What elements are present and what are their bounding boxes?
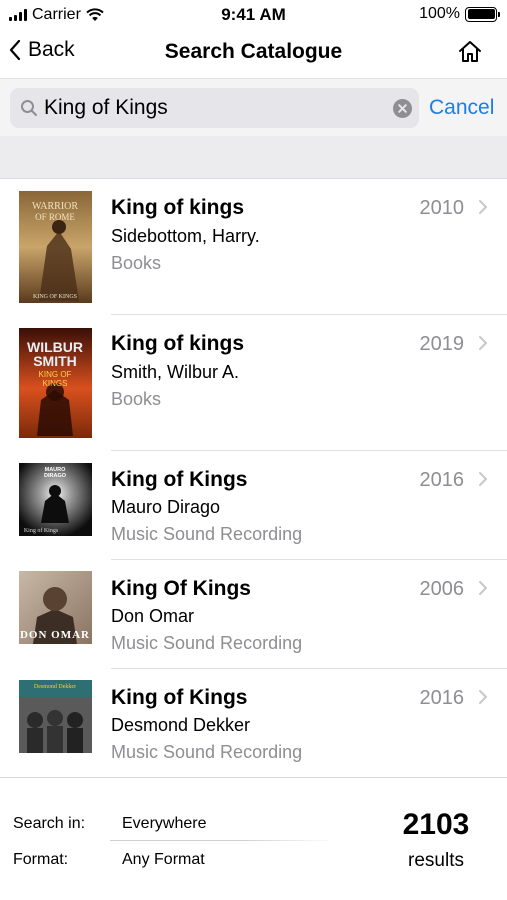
cover-text: KING OF KINGS (33, 294, 77, 300)
results-list: WARRIOR OF ROME KING OF KINGS King of ki… (0, 179, 507, 778)
search-icon (21, 100, 37, 116)
result-row[interactable]: MAURO DIRAGO King of Kings King of Kings… (0, 451, 507, 560)
cover-text: King of Kings (24, 527, 59, 534)
result-year: 2006 (419, 578, 465, 600)
chevron-right-icon (479, 472, 487, 486)
result-author: Smith, Wilbur A. (111, 362, 240, 382)
result-row[interactable]: DON OMAR King Of Kings Don Omar Music So… (0, 560, 507, 669)
cover-text: DIRAGO (44, 473, 67, 479)
result-author: Mauro Dirago (111, 497, 221, 517)
cover-image: DON OMAR (19, 571, 92, 644)
result-row[interactable]: WILBUR SMITH KING OF KINGS King of kings… (0, 315, 507, 451)
filter-strip (0, 136, 507, 179)
result-year: 2019 (419, 333, 465, 355)
result-title: King of kings (111, 196, 244, 219)
result-author: Don Omar (111, 606, 195, 626)
search-bar: Cancel (0, 78, 507, 136)
cover-image: WARRIOR OF ROME KING OF KINGS (19, 191, 92, 303)
result-year: 2016 (419, 687, 465, 709)
cover-text: KINGS (43, 379, 68, 388)
cancel-button[interactable]: Cancel (429, 96, 494, 120)
cover-image: MAURO DIRAGO King of Kings (19, 463, 92, 536)
result-year: 2010 (419, 197, 465, 219)
battery-percent: 100% (419, 5, 460, 22)
result-row[interactable]: WARRIOR OF ROME KING OF KINGS King of ki… (0, 179, 507, 315)
result-format: Music Sound Recording (111, 524, 303, 544)
chevron-right-icon (479, 690, 487, 704)
result-title: King Of Kings (111, 577, 251, 600)
format-label: Format: (13, 851, 69, 868)
cover-text: Desmond Dekker (34, 684, 76, 690)
cover-text: SMITH (33, 353, 77, 369)
search-in-label: Search in: (13, 815, 86, 832)
cover-text: OF ROME (35, 212, 75, 222)
result-title: King of kings (111, 332, 244, 355)
home-icon[interactable] (457, 39, 483, 65)
search-options-footer: Search in: Everywhere Format: Any Format… (0, 777, 507, 900)
search-field[interactable] (10, 88, 419, 128)
page-title: Search Catalogue (164, 40, 343, 63)
result-format: Music Sound Recording (111, 742, 303, 762)
result-row[interactable]: Desmond Dekker King of Kings Desmond Dek… (0, 669, 507, 778)
result-format: Books (111, 389, 162, 409)
cover-text: WARRIOR (32, 201, 78, 212)
format-value[interactable]: Any Format (122, 851, 205, 869)
status-bar: Carrier 9:41 AM 100% (0, 0, 507, 30)
battery-icon (465, 6, 500, 22)
chevron-right-icon (479, 200, 487, 214)
result-title: King of Kings (111, 468, 248, 491)
cover-text: KING OF (39, 370, 72, 379)
nav-bar: Back Search Catalogue (0, 30, 507, 78)
result-count-label: results (408, 850, 464, 871)
chevron-right-icon (479, 336, 487, 350)
result-format: Music Sound Recording (111, 633, 303, 653)
footer-divider (110, 840, 335, 841)
search-input[interactable] (44, 88, 384, 128)
search-in-value[interactable]: Everywhere (122, 815, 206, 833)
clear-search-icon[interactable] (393, 99, 412, 118)
result-count: 2103 (402, 808, 470, 841)
chevron-right-icon (479, 581, 487, 595)
cover-image: Desmond Dekker (19, 680, 92, 753)
result-year: 2016 (419, 469, 465, 491)
result-author: Desmond Dekker (111, 715, 251, 735)
result-title: King of Kings (111, 686, 248, 709)
status-right: 100% (419, 5, 500, 23)
cover-image: WILBUR SMITH KING OF KINGS (19, 328, 92, 438)
result-format: Books (111, 253, 162, 273)
cover-text: DON OMAR (20, 629, 90, 641)
result-author: Sidebottom, Harry. (111, 226, 260, 246)
